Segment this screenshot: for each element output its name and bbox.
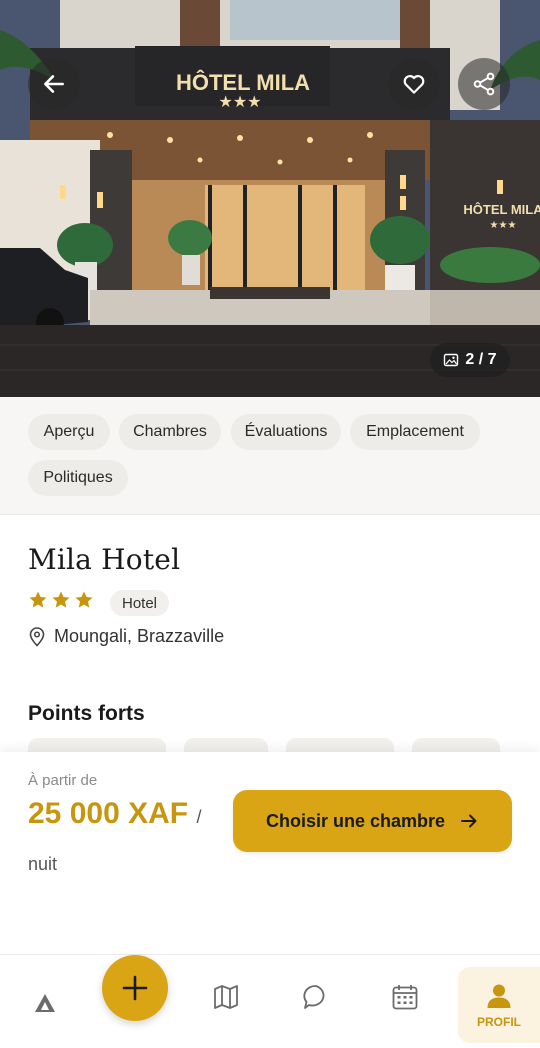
hotel-location[interactable]: Moungali, Brazzaville <box>28 626 224 647</box>
side-sign-text: HÔTEL MILA <box>463 202 540 217</box>
tab-chambres[interactable]: Chambres <box>119 414 221 450</box>
hotel-sign-stars: ★★★ <box>218 92 261 111</box>
nav-messages[interactable] <box>294 975 338 1019</box>
tab-evaluations[interactable]: Évaluations <box>231 414 341 450</box>
choose-room-label: Choisir une chambre <box>265 810 446 831</box>
price-value: 25 000 XAF <box>28 797 189 830</box>
calendar-icon <box>392 985 418 1010</box>
photo-counter-text: 2 / 7 <box>465 351 497 368</box>
hero-photo[interactable]: HÔTEL MILA ★★★ HÔTEL MILA ★★★ 2 / 7 <box>0 0 540 397</box>
tab-apercu[interactable]: Aperçu <box>28 414 110 450</box>
section-tabs: Aperçu Chambres Évaluations Emplacement … <box>0 397 540 515</box>
nav-home[interactable] <box>23 981 67 1025</box>
hotel-name: Mila Hotel <box>28 543 181 576</box>
tab-politiques[interactable]: Politiques <box>28 460 128 496</box>
star-icon <box>52 591 70 608</box>
image-icon <box>444 353 459 367</box>
price-from-label: À partir de <box>28 772 98 789</box>
side-sign-stars: ★★★ <box>490 220 517 231</box>
share-icon <box>473 72 495 96</box>
location-pin-icon <box>29 626 45 647</box>
choose-room-button[interactable]: Choisir une chambre <box>233 790 512 852</box>
chat-icon <box>303 985 325 1009</box>
map-icon <box>214 985 238 1009</box>
bottom-navigation: PROFIL <box>0 954 540 1048</box>
nav-bookings[interactable] <box>383 975 427 1019</box>
star-icon <box>29 591 47 608</box>
nav-profile-label: PROFIL <box>477 1015 521 1029</box>
hotel-facade-image: HÔTEL MILA ★★★ HÔTEL MILA ★★★ <box>0 0 540 397</box>
add-button[interactable] <box>102 955 168 1021</box>
star-icon <box>75 591 93 608</box>
nav-profile[interactable]: PROFIL <box>458 967 540 1043</box>
star-rating <box>28 590 94 610</box>
share-button[interactable] <box>458 58 510 110</box>
favorite-button[interactable] <box>388 58 440 110</box>
plus-icon <box>122 975 148 1001</box>
highlights-title: Points forts <box>28 702 145 725</box>
heart-icon <box>403 75 425 94</box>
photo-counter[interactable]: 2 / 7 <box>430 343 510 377</box>
location-text: Moungali, Brazzaville <box>54 626 225 646</box>
hotel-type-badge: Hotel <box>110 590 170 616</box>
nav-map[interactable] <box>204 975 248 1019</box>
home-logo-icon <box>35 994 55 1012</box>
price-amount: 25 000 XAF / nuit <box>28 792 208 886</box>
arrow-right-icon <box>461 814 477 828</box>
profile-icon <box>487 984 511 1008</box>
back-button[interactable] <box>28 58 80 110</box>
tab-emplacement[interactable]: Emplacement <box>350 414 480 450</box>
arrow-left-icon <box>44 75 64 93</box>
booking-panel: À partir de 25 000 XAF / nuit Choisir un… <box>0 752 540 954</box>
